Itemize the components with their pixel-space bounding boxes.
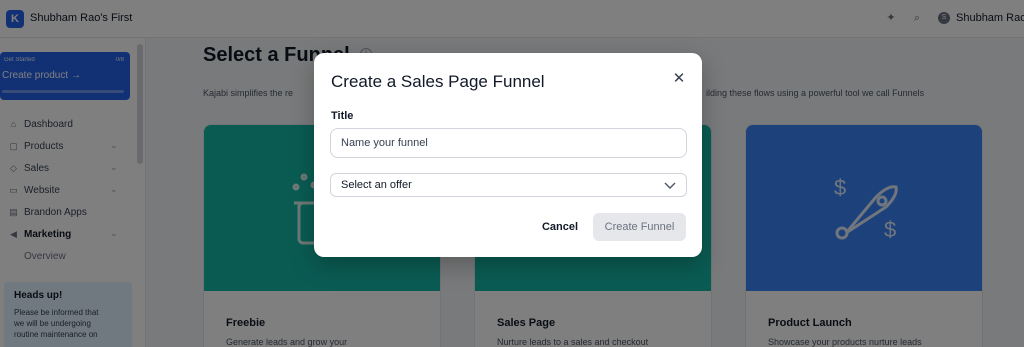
offer-select-value: Select an offer (341, 179, 412, 191)
cancel-button[interactable]: Cancel (536, 213, 584, 241)
close-icon[interactable]: ✕ (670, 70, 688, 88)
create-funnel-button[interactable]: Create Funnel (593, 213, 686, 241)
chevron-down-icon (664, 182, 676, 189)
offer-select[interactable]: Select an offer (330, 173, 687, 197)
dialog-title: Create a Sales Page Funnel (331, 72, 545, 91)
create-funnel-dialog: Create a Sales Page Funnel ✕ Title Selec… (314, 53, 702, 257)
title-field-label: Title (331, 110, 354, 122)
funnel-title-input[interactable] (330, 128, 687, 158)
